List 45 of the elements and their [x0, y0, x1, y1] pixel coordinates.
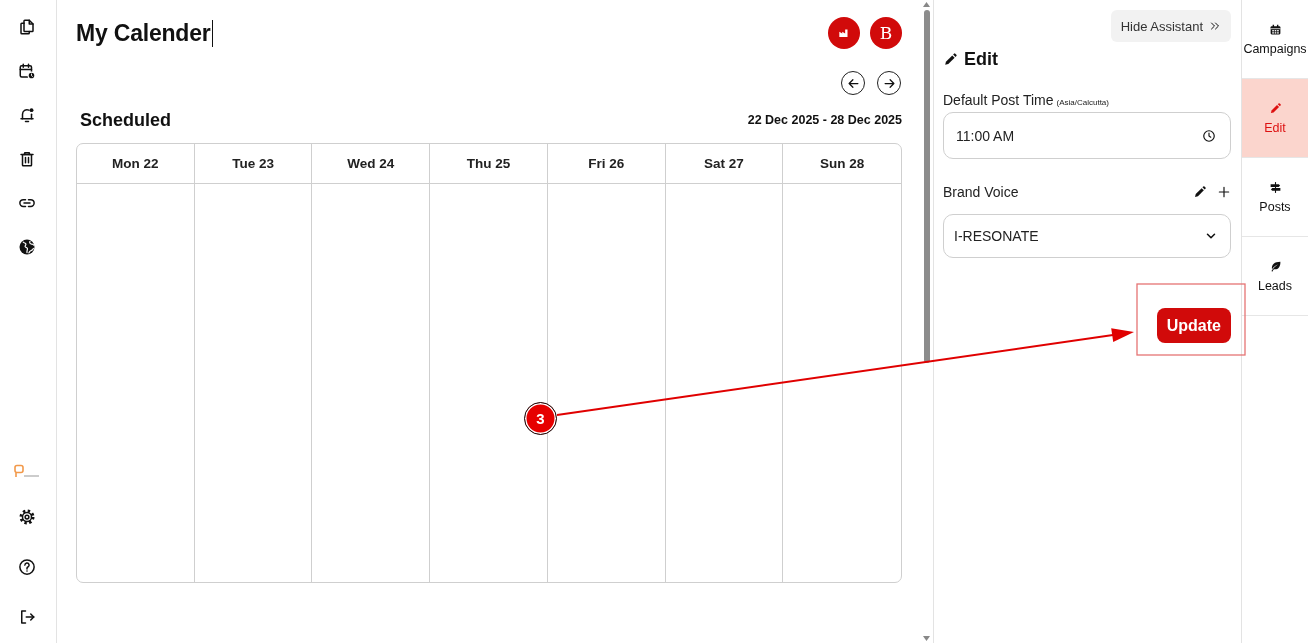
logo-icon	[12, 464, 41, 478]
next-week-button[interactable]	[877, 71, 901, 95]
double-chevron-icon	[1209, 20, 1221, 32]
panel-heading: Edit	[964, 48, 998, 70]
clock-icon	[1202, 128, 1216, 143]
account-avatar[interactable]: B	[870, 17, 902, 49]
day-header: Wed 24	[312, 144, 431, 184]
day-header: Tue 23	[194, 144, 313, 184]
timezone-note: (Asia/Calcutta)	[1056, 98, 1109, 107]
update-button[interactable]: Update	[1156, 308, 1231, 343]
calendar-icon	[1268, 22, 1282, 36]
day-header: Mon 22	[77, 144, 195, 184]
page-title[interactable]: My Calender	[76, 18, 211, 48]
day-header: Thu 25	[430, 144, 548, 184]
date-range: 22 Dec 2025 - 28 Dec 2025	[747, 113, 902, 127]
scrollbar-thumb[interactable]	[923, 10, 930, 363]
globe-icon[interactable]	[17, 238, 36, 256]
settings-icon[interactable]	[17, 508, 36, 526]
scroll-down-icon[interactable]	[923, 636, 930, 641]
documents-icon[interactable]	[17, 18, 36, 36]
previous-week-button[interactable]	[841, 71, 865, 95]
factory-button[interactable]	[828, 17, 860, 49]
field-label: Brand Voice	[943, 184, 1020, 200]
calendar-clock-icon[interactable]	[17, 62, 36, 80]
add-voice-button[interactable]	[1217, 185, 1231, 199]
day-header: Fri 26	[547, 144, 666, 184]
help-icon[interactable]	[17, 558, 36, 576]
trash-icon[interactable]	[17, 150, 36, 168]
edit-voice-button[interactable]	[1193, 185, 1207, 199]
section-heading: Scheduled	[80, 109, 172, 131]
pencil-icon	[943, 51, 958, 67]
signpost-icon	[1268, 180, 1282, 194]
day-header: Sun 28	[783, 144, 901, 184]
day-header: Sat 27	[665, 144, 784, 184]
pencil-icon	[1268, 101, 1282, 115]
field-label: Default Post Time	[943, 92, 1054, 108]
step-marker: 3	[524, 402, 557, 435]
plus-icon	[1217, 185, 1231, 199]
side-tab[interactable]: Edit	[1242, 79, 1308, 158]
time-field[interactable]: 11:00 AM	[943, 112, 1231, 159]
bell-icon[interactable]	[17, 106, 36, 124]
hide-assistant-button[interactable]: Hide Assistant	[1110, 10, 1231, 42]
pencil-icon	[1193, 185, 1207, 199]
scroll-up-icon[interactable]	[923, 2, 930, 7]
brand-voice-select[interactable]: I-RESONATE	[943, 214, 1231, 258]
